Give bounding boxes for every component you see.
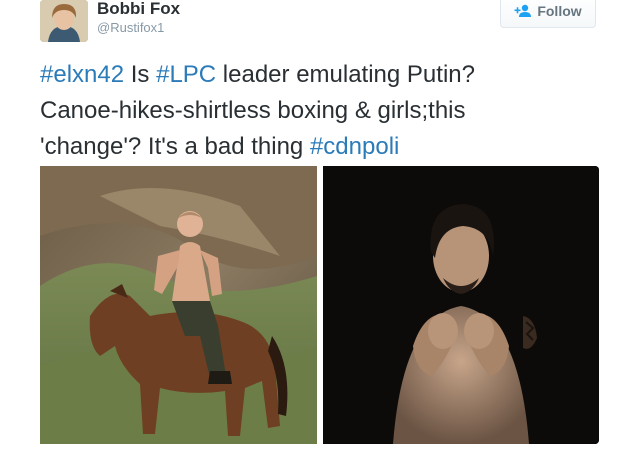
author-display-name[interactable]: Bobbi Fox: [97, 0, 180, 20]
follow-button-label: Follow: [537, 3, 582, 19]
author-handle[interactable]: @Rustifox1: [97, 20, 164, 36]
tweet-text-fragment: Is: [124, 61, 157, 88]
hashtag-link[interactable]: #cdnpoli: [310, 133, 399, 160]
author-avatar[interactable]: [40, 0, 88, 42]
tweet-photo-1[interactable]: [40, 166, 317, 444]
hashtag-link[interactable]: #LPC: [156, 61, 216, 88]
tweet-text-line-3: 'change'? It's a bad thing #cdnpoli: [40, 129, 620, 165]
tweet-text-fragment: leader emulating Putin?: [216, 61, 475, 88]
hashtag-link[interactable]: #elxn42: [40, 61, 124, 88]
tweet-text-fragment: Canoe-hikes-shirtless boxing & girls;thi…: [40, 97, 466, 124]
tweet-text-line-1: #elxn42 Is #LPC leader emulating Putin?: [40, 57, 620, 93]
photo-man-boxing-pose: [323, 166, 599, 444]
follow-button[interactable]: Follow: [500, 0, 596, 28]
tweet-photo-2[interactable]: [323, 166, 599, 444]
user-avatar-photo: [40, 0, 88, 42]
tweet-text: #elxn42 Is #LPC leader emulating Putin? …: [40, 57, 620, 165]
tweet: Bobbi Fox @Rustifox1 Follow #elxn42 Is #…: [0, 0, 640, 450]
add-user-icon: [514, 4, 532, 17]
tweet-text-line-2: Canoe-hikes-shirtless boxing & girls;thi…: [40, 93, 620, 129]
tweet-text-fragment: 'change'? It's a bad thing: [40, 133, 310, 160]
photo-man-riding-horse: [40, 166, 317, 444]
